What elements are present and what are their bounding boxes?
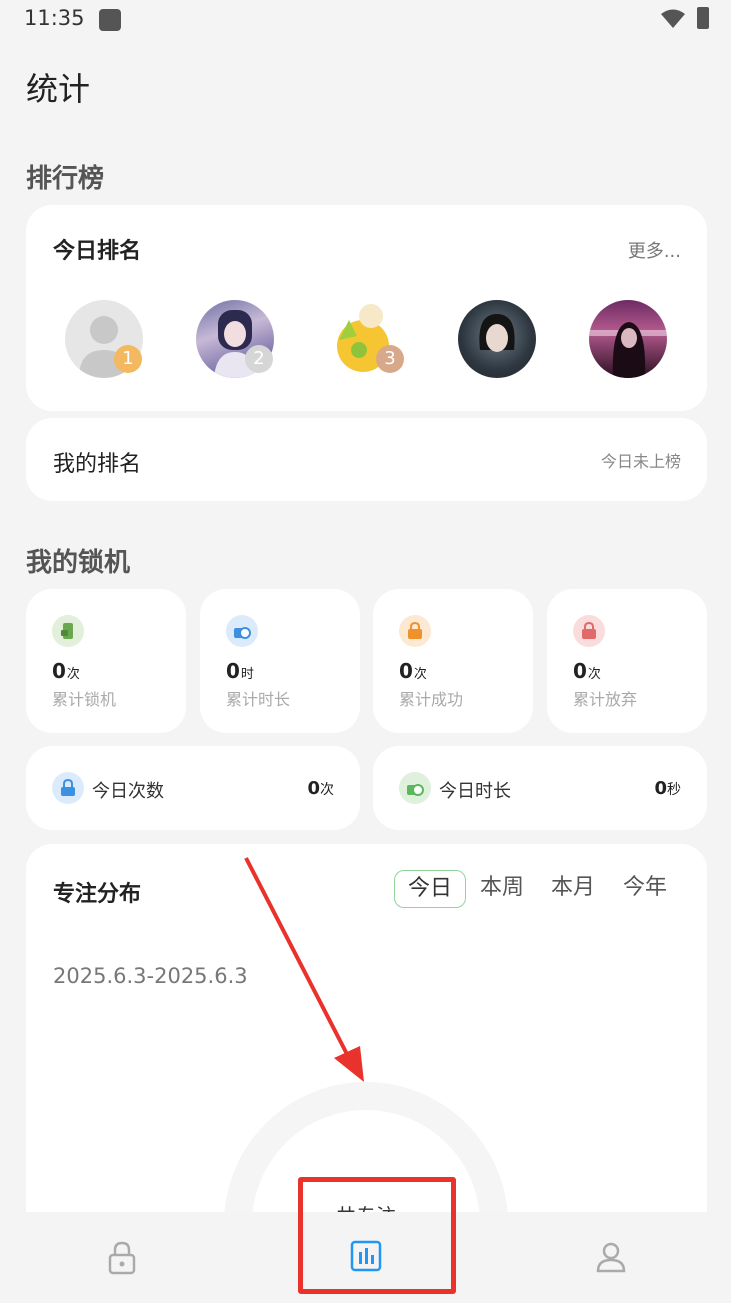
nav-lock-tab[interactable] [106,1240,138,1276]
phone-lock-icon [52,615,84,647]
portrait-avatar-icon [589,322,667,378]
avatar-rank-4[interactable] [458,300,536,378]
rank-badge-2: 2 [245,345,273,373]
stat-card-total-locks: 0次 累计锁机 [26,589,186,733]
today-duration-label: 今日时长 [439,781,511,802]
lock-check-icon [399,615,431,647]
lock-x-icon [573,615,605,647]
today-count-label: 今日次数 [92,781,164,802]
stat-label: 累计时长 [226,690,291,709]
stat-card-total-give-up: 0次 累计放弃 [547,589,707,733]
person-icon [596,1242,626,1273]
rank-badge-3: 3 [376,345,404,373]
avatar-rank-5[interactable] [589,300,667,378]
stat-label: 累计放弃 [573,690,638,709]
focus-distribution-title: 专注分布 [53,882,142,907]
stat-value: 0时 [226,659,254,683]
lock-icon [52,772,84,804]
battery-icon [697,7,709,29]
stat-card-total-success: 0次 累计成功 [373,589,533,733]
stat-label: 累计成功 [399,690,464,709]
today-count-card: 今日次数 0次 [26,746,360,830]
today-duration-value: 0秒 [654,778,681,799]
tab-today[interactable]: 今日 [394,870,466,908]
tab-this-week[interactable]: 本周 [466,870,538,908]
lock-icon [108,1241,136,1275]
nav-profile-tab[interactable] [595,1240,627,1276]
stat-value: 0次 [399,659,427,683]
today-ranking-card: 今日排名 更多... 1 2 3 [26,205,707,411]
today-duration-card: 今日时长 0秒 [373,746,707,830]
my-ranking-card[interactable]: 我的排名 今日未上榜 [26,418,707,501]
more-link[interactable]: 更多... [628,237,681,263]
status-time: 11:35 [24,6,85,30]
wifi-icon [661,9,685,28]
leaderboard-section-title: 排行榜 [26,164,105,194]
stat-label: 累计锁机 [52,690,117,709]
status-bar: 11:35 [0,0,731,40]
tab-this-year[interactable]: 今年 [609,870,681,908]
clock-lock-icon [399,772,431,804]
app-icon [99,9,121,31]
portrait-avatar-icon [479,314,515,352]
stat-card-total-duration: 0时 累计时长 [200,589,360,733]
stat-value: 0次 [52,659,80,683]
tab-this-month[interactable]: 本月 [537,870,609,908]
today-ranking-title: 今日排名 [53,239,142,264]
my-ranking-status: 今日未上榜 [600,452,681,471]
annotation-highlight-box [298,1177,456,1294]
my-ranking-label: 我的排名 [53,452,142,477]
date-range: 2025.6.3-2025.6.3 [53,964,248,988]
page-title: 统计 [26,70,91,108]
today-count-value: 0次 [307,778,334,799]
rank-badge-1: 1 [114,345,142,373]
clock-lock-icon [226,615,258,647]
stat-value: 0次 [573,659,601,683]
my-lock-section-title: 我的锁机 [26,548,131,578]
